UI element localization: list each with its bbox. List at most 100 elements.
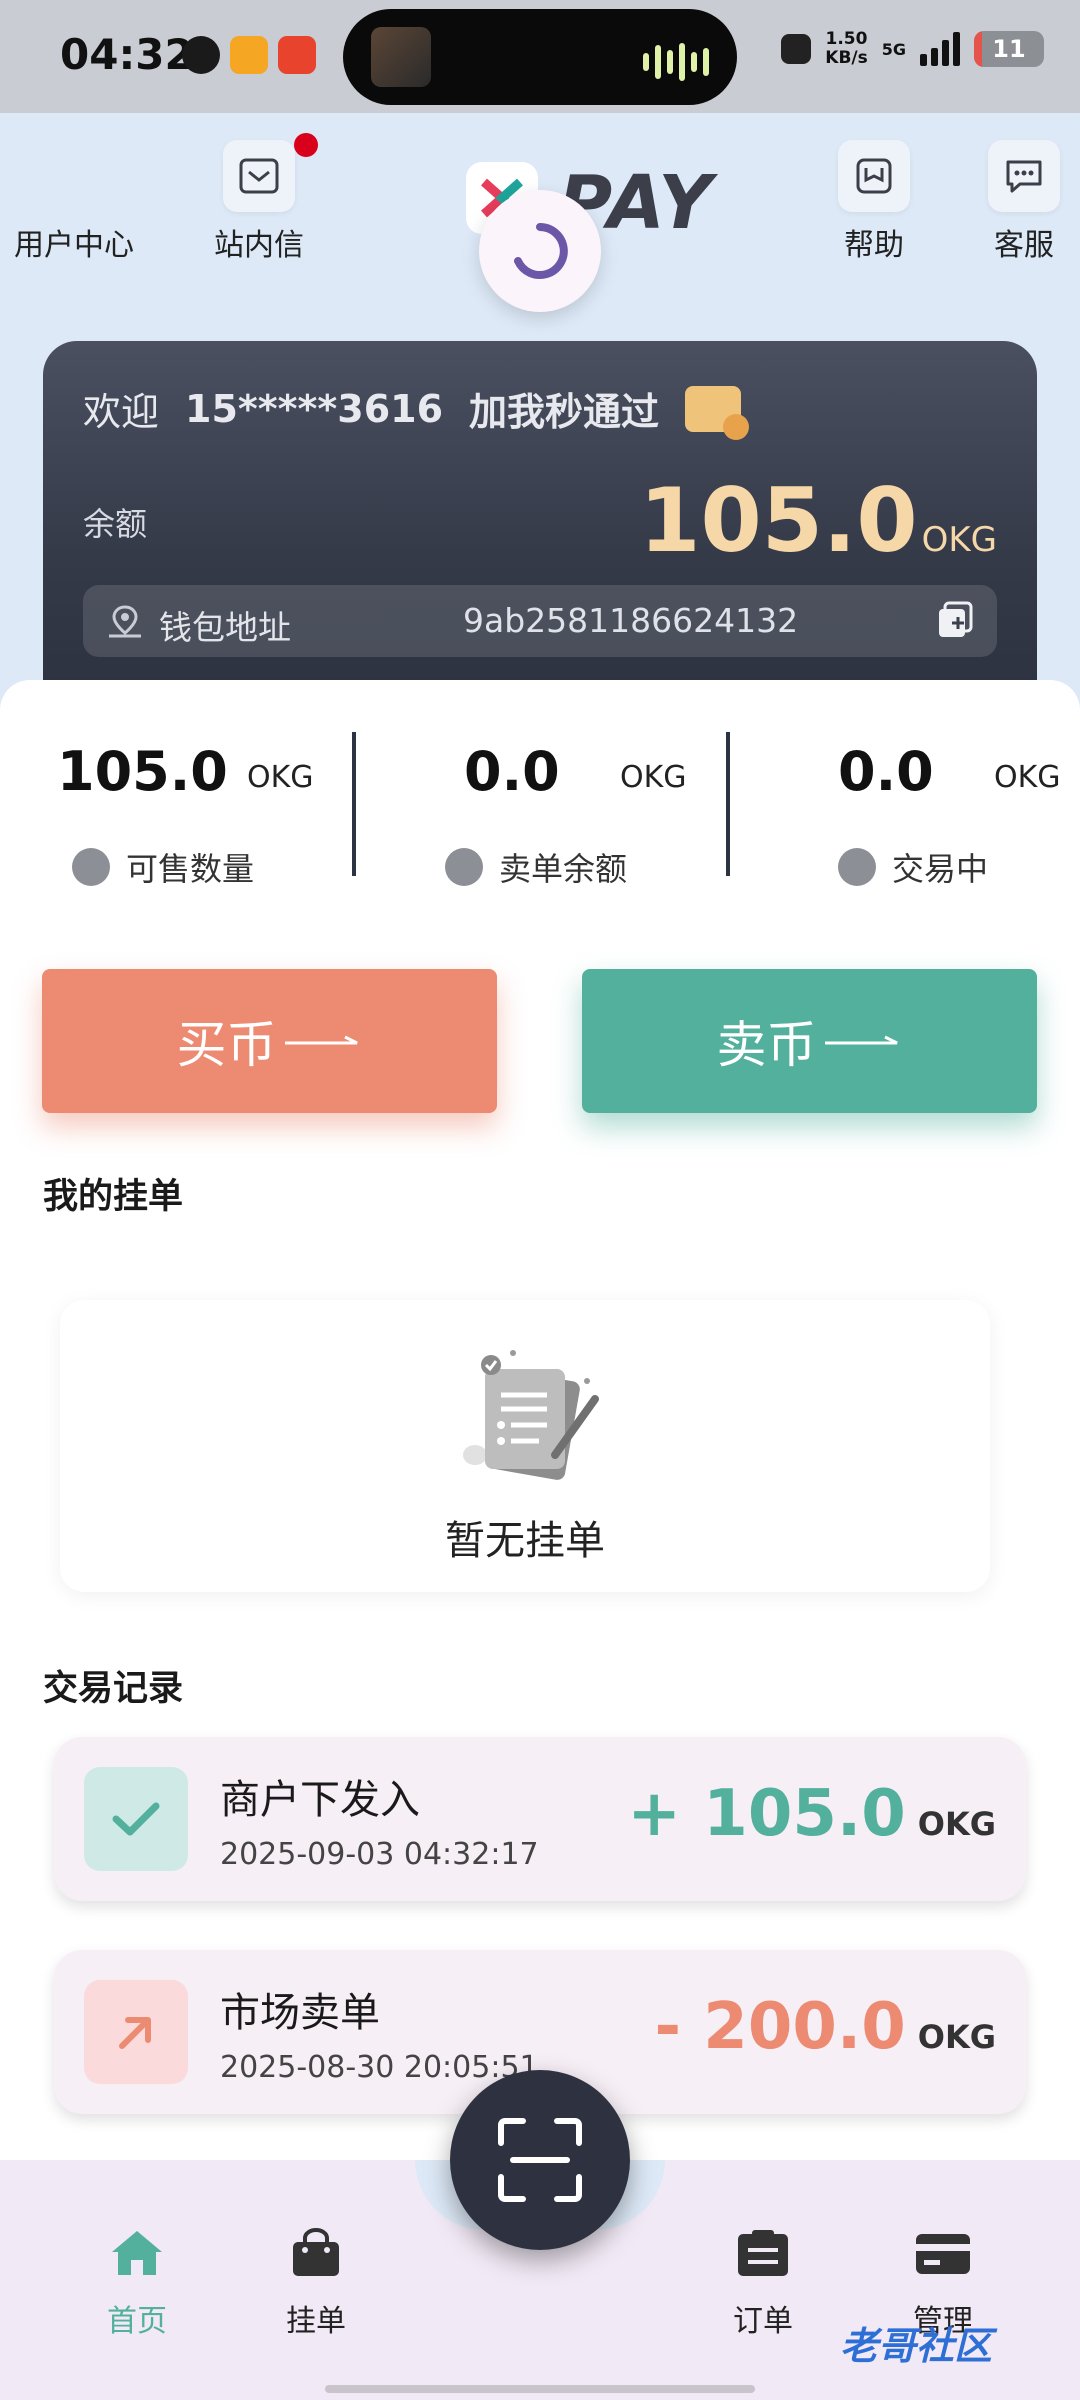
clipboard-icon [738,2230,788,2276]
location-pin-icon [105,603,145,643]
my-orders-title: 我的挂单 [43,1177,184,1217]
nav-orders-label: 订单 [733,2304,793,2339]
stat-label: 卖单余额 [499,850,628,888]
transaction-title: 商户下发入 [220,1777,420,1823]
support-button[interactable]: 客服 [988,140,1060,264]
stat-divider [352,732,356,876]
nav-listed-orders[interactable]: 挂单 [246,2228,386,2340]
arrow-right-icon [284,1035,358,1045]
balance-label: 余额 [83,505,148,543]
nav-home-label: 首页 [107,2304,167,2339]
netease-music-icon [182,36,220,74]
dynamic-island[interactable] [343,9,737,105]
stat-label: 可售数量 [126,850,255,888]
scan-button[interactable] [450,2070,630,2250]
records-title: 交易记录 [43,1669,184,1709]
unread-dot [294,133,318,157]
transaction-amount: + 105.0 OKG [627,1777,996,1851]
welcome-row: 欢迎 15*****3616 加我秒通过 [83,381,750,440]
stat-label-row: 交易中 [838,844,988,890]
arrow-up-right-icon [84,1980,188,2084]
transaction-amount-value: + 105.0 [627,1777,906,1851]
status-time: 04:32 [60,30,194,79]
inbox-button[interactable]: 站内信 [214,140,304,264]
user-center-link[interactable]: 用户中心 [14,220,134,264]
network-type: 5G [881,39,906,59]
balance-amount: 105.0 OKG [639,469,997,572]
user-phone: 15*****3616 [185,386,444,431]
stat-value: 105.0 [57,740,228,803]
check-icon [84,1767,188,1871]
copy-icon[interactable] [935,601,975,641]
speed-value: 1.50 [825,29,868,49]
empty-orders-text: 暂无挂单 [445,1518,605,1564]
inbox-label: 站内信 [214,228,304,263]
arrow-right-icon [824,1035,898,1045]
home-icon [112,2231,162,2275]
stat-label-row: 可售数量 [72,844,254,890]
nav-home[interactable]: 首页 [67,2228,207,2340]
network-speed: 1.50 KB/s [825,30,867,68]
chat-bubble-icon [988,140,1060,212]
stat-label-row: 卖单余额 [445,844,627,890]
stat-divider [726,732,730,876]
home-indicator[interactable] [325,2385,755,2393]
status-bar: 04:32 1.50 KB/s 5G 11 [0,0,1080,113]
transaction-time: 2025-09-03 04:32:17 [220,1837,539,1872]
stat-unit: OKG [247,760,314,795]
sell-button[interactable]: 卖币 [582,969,1037,1113]
stat-unit: OKG [620,760,687,795]
game-notification-icon [278,36,316,74]
sellable-icon [72,848,110,886]
balance-card: 欢迎 15*****3616 加我秒通过 余额 105.0 OKG 钱包地址 9… [43,341,1037,701]
transaction-amount-value: - 200.0 [654,1990,906,2064]
status-notification-icons [182,36,316,74]
loading-spinner-icon [479,190,601,312]
stat-label: 交易中 [892,850,989,888]
watermark-logo: 老哥社区 [840,2324,993,2368]
shopping-bag-icon [293,2228,339,2276]
support-label: 客服 [994,228,1054,263]
earbuds-icon [781,34,812,64]
signal-icon [920,32,960,66]
wallet-address-row: 钱包地址 9ab2581186624132 [83,585,997,657]
app-notification-icon [230,36,268,74]
wallet-address-label: 钱包地址 [159,608,291,647]
transaction-title: 市场卖单 [220,1990,380,2036]
main-sheet: 105.0 OKG 可售数量 0.0 OKG 卖单余额 0.0 OKG 交易中 … [0,680,1080,2160]
card-icon [916,2234,970,2274]
transaction-amount-unit: OKG [917,2018,996,2056]
nav-orders[interactable]: 订单 [693,2228,833,2340]
welcome-label: 欢迎 [83,390,160,434]
transaction-row[interactable]: 商户下发入 2025-09-03 04:32:17 + 105.0 OKG [54,1737,1026,1901]
user-center-label: 用户中心 [14,228,134,263]
nav-listed-orders-label: 挂单 [286,2304,346,2339]
promo-text: 加我秒通过 [469,390,660,434]
buy-label: 买币 [176,1016,277,1074]
help-button[interactable]: 帮助 [838,140,910,264]
empty-orders-card: 暂无挂单 [60,1300,990,1592]
document-icon [445,848,483,886]
verified-id-icon [685,385,750,440]
buy-button[interactable]: 买币 [42,969,497,1113]
wallet-address-value: 9ab2581186624132 [463,601,799,640]
sell-label: 卖币 [716,1016,817,1074]
status-right-icons: 1.50 KB/s 5G 11 [781,30,1044,68]
scan-icon [498,2118,582,2202]
mail-icon [223,140,295,212]
help-book-icon [838,140,910,212]
audio-wave-icon [643,43,709,81]
trading-icon [838,848,876,886]
stat-value: 0.0 [464,740,560,803]
balance-value: 105.0 [639,469,918,572]
empty-document-icon [455,1345,605,1489]
transaction-amount: - 200.0 OKG [654,1990,996,2064]
transaction-amount-unit: OKG [917,1805,996,1843]
stat-value: 0.0 [838,740,934,803]
battery-icon: 11 [974,31,1044,67]
battery-percent: 11 [992,35,1026,63]
stat-unit: OKG [994,760,1061,795]
help-label: 帮助 [844,228,904,263]
media-thumbnail-icon [371,27,431,87]
transaction-time: 2025-08-30 20:05:51 [220,2050,539,2085]
